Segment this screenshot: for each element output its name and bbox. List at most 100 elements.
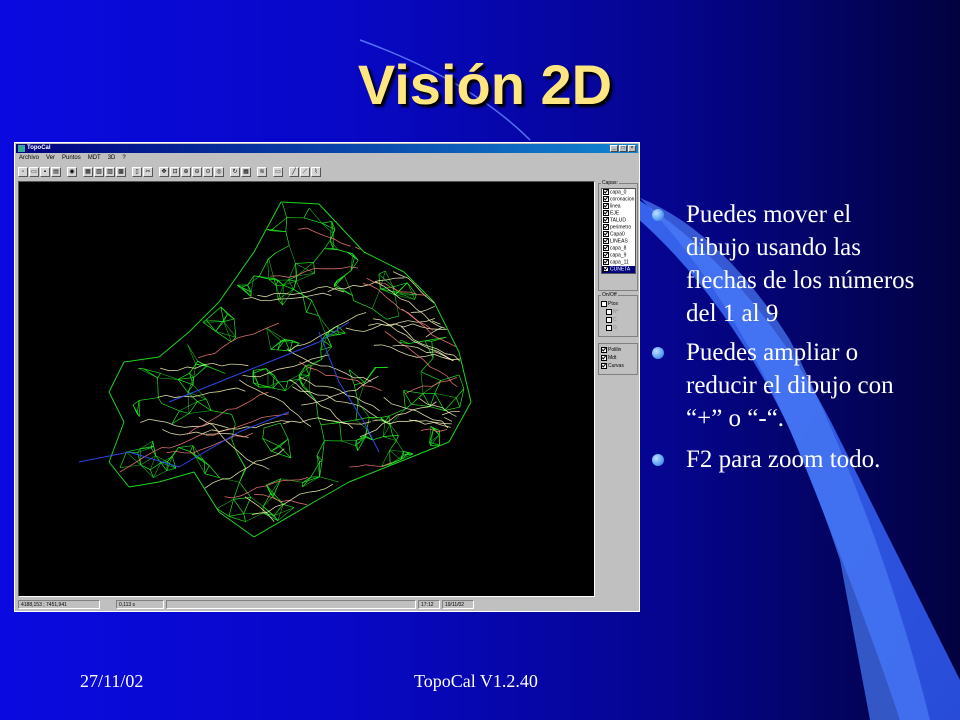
terrain-segment (341, 377, 351, 380)
terrain-segment (205, 306, 222, 321)
terrain-segment (282, 401, 291, 410)
terrain-segment (278, 380, 288, 383)
terrain-segment (438, 370, 448, 377)
terrain-segment (296, 383, 302, 390)
checkbox-checked-icon (603, 224, 609, 230)
close-button[interactable]: × (628, 145, 636, 152)
terrain-segment (407, 320, 418, 323)
terrain-segment (257, 294, 266, 298)
layer-item-capa_11[interactable]: capa_11 (602, 259, 635, 266)
status-time: 0,113 s (116, 600, 164, 609)
terrain-segment (336, 325, 339, 335)
terrain-segment (291, 420, 301, 423)
terrain-segment (430, 366, 439, 372)
zoom-all-icon[interactable]: ⊙ (203, 167, 213, 177)
layer-label: coronacion (610, 196, 635, 203)
zoom-out-icon[interactable]: ⊖ (192, 167, 202, 177)
terrain-segment (321, 440, 325, 461)
minimize-button[interactable]: _ (610, 145, 618, 152)
pan-icon[interactable]: ✥ (159, 167, 169, 177)
menu-puntos[interactable]: Puntos (62, 154, 81, 163)
terrain-segment (363, 401, 373, 406)
option-mdt[interactable]: Mdt (600, 354, 624, 362)
terrain-segment (318, 203, 365, 253)
terrain-segment (348, 461, 400, 483)
layers-list[interactable]: capa_0 coronacion linea EJE TALUD perimetro Ca… (601, 188, 636, 274)
menu-mdt[interactable]: MDT (88, 154, 101, 163)
zoom-window-icon[interactable]: ⊡ (170, 167, 180, 177)
layer-item-linea[interactable]: linea (602, 203, 635, 210)
layer-item-lineas[interactable]: LINEAS (602, 238, 635, 245)
layer-item-capa_9[interactable]: capa_9 (602, 252, 635, 259)
terrain-segment (136, 400, 140, 414)
option-curvas[interactable]: Curvas (600, 362, 624, 370)
terrain-segment (321, 405, 331, 410)
maximize-button[interactable]: □ (619, 145, 627, 152)
contour-icon[interactable]: ≋ (257, 167, 267, 177)
new-file-icon[interactable]: ▫ (18, 167, 28, 177)
checkbox-checked-icon (601, 362, 607, 369)
polyline-icon[interactable]: ⟋ (300, 167, 310, 177)
layer-label: capa_11 (610, 259, 629, 266)
terrain-segment (166, 467, 176, 471)
terrain-segment (386, 315, 399, 320)
layer-item-coronacion[interactable]: coronacion (602, 196, 635, 203)
terrain-segment (235, 404, 244, 410)
bullet-item: Puedes ampliar o reducir el dibujo con “… (650, 336, 920, 435)
window-titlebar[interactable]: TopoCal _ □ × (16, 144, 638, 153)
terrain-segment (432, 419, 442, 422)
save-icon[interactable]: ▪ (40, 167, 50, 177)
line-icon[interactable]: ╱ (289, 167, 299, 177)
layer-item-capa_0[interactable]: capa_0 (602, 189, 635, 196)
option-ptos[interactable]: Ptos (600, 300, 619, 308)
terrain-segment (423, 313, 431, 322)
layer-item-perimetro[interactable]: perimetro (602, 224, 635, 231)
zoom-in-icon[interactable]: ⊕ (181, 167, 191, 177)
terrain-segment (347, 423, 354, 429)
layer-item-capa0[interactable]: Capa0 (602, 231, 635, 238)
layer-item-cuneta[interactable]: CUNETA (602, 266, 635, 273)
layer-item-talud[interactable]: TALUD (602, 217, 635, 224)
copy-icon[interactable]: ▨ (105, 167, 115, 177)
terrain-segment (319, 476, 340, 483)
terrain-segment (256, 485, 266, 488)
refresh-icon[interactable]: ↻ (230, 167, 240, 177)
export-icon[interactable]: ▧ (94, 167, 104, 177)
terrain-segment (389, 420, 399, 425)
terrain-segment (381, 344, 391, 348)
terrain-segment (261, 456, 272, 461)
print-icon[interactable]: ▤ (51, 167, 61, 177)
terrain-segment (418, 420, 427, 422)
terrain-segment (354, 329, 364, 332)
terrain-segment (345, 327, 356, 331)
option-polilin[interactable]: Polilin (600, 346, 624, 354)
terrain-segment (340, 266, 350, 269)
document-icon[interactable]: ▯ (132, 167, 142, 177)
layer-item-eje[interactable]: EJE (602, 210, 635, 217)
import-icon[interactable]: ▦ (83, 167, 93, 177)
terrain-segment (270, 446, 281, 452)
open-file-icon[interactable]: ▭ (29, 167, 39, 177)
profile-icon[interactable]: ⌇ (311, 167, 321, 177)
drawing-canvas[interactable] (18, 181, 595, 597)
layers-icon[interactable]: ▭ (273, 167, 283, 177)
terrain-segment (178, 447, 191, 452)
terrain-segment (300, 291, 310, 294)
cut-icon[interactable]: ✂ (143, 167, 153, 177)
terrain-segment (108, 461, 130, 488)
zoom-previous-icon[interactable]: ◎ (214, 167, 224, 177)
terrain-segment (251, 394, 260, 401)
paste-icon[interactable]: ▩ (116, 167, 126, 177)
menu-help[interactable]: ? (122, 154, 125, 163)
menu-ver[interactable]: Ver (46, 154, 55, 163)
menu-archivo[interactable]: Archivo (19, 154, 39, 163)
window-title: TopoCal (27, 145, 51, 151)
footer-title: TopoCal V1.2.40 (414, 671, 538, 691)
terrain-segment (169, 444, 179, 449)
side-panel: Capas: capa_0 coronacion linea EJE TALUD peri… (598, 180, 638, 597)
terrain-segment (373, 465, 383, 467)
menu-3d[interactable]: 3D (108, 154, 116, 163)
layer-item-capa_8[interactable]: capa_8 (602, 245, 635, 252)
globe-icon[interactable]: ◉ (67, 167, 77, 177)
grid-icon[interactable]: ▦ (241, 167, 251, 177)
